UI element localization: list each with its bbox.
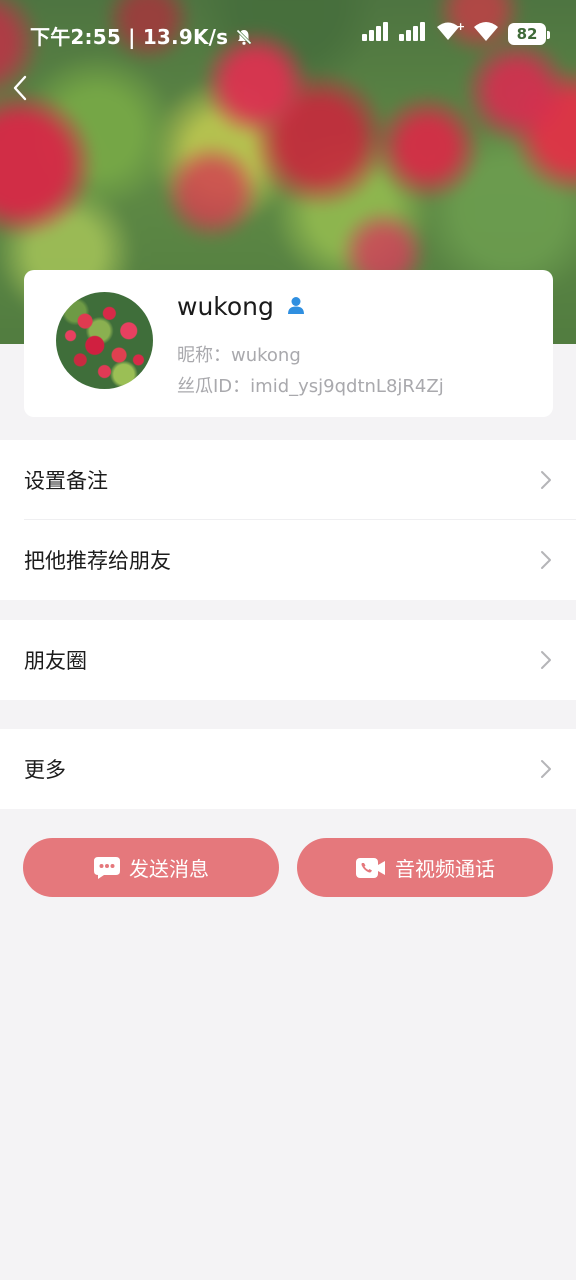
status-separator: |	[128, 25, 136, 49]
menu-item-label: 更多	[24, 758, 66, 782]
status-left: 下午2:55 | 13.9K/s	[30, 21, 253, 51]
nickname: 昵称：wukong	[177, 345, 301, 366]
menu-item-moments[interactable]: 朋友圈	[0, 620, 576, 700]
chevron-right-icon	[541, 651, 551, 669]
signal-icon	[362, 21, 390, 46]
menu-item-recommend-to-friend[interactable]: 把他推荐给朋友	[0, 520, 576, 600]
profile-card: wukong 昵称：wukong 丝瓜ID：imid_ysj9qdtnL8jR4…	[24, 270, 553, 417]
avatar[interactable]	[56, 292, 153, 389]
battery-icon: 82	[508, 22, 550, 45]
menu-item-label: 朋友圈	[24, 649, 87, 673]
contact-profile-page: 下午2:55 | 13.9K/s + 82 wukong 昵称：wukong 丝…	[0, 0, 576, 1280]
send-message-label: 发送消息	[129, 857, 209, 881]
menu-item-label: 设置备注	[24, 469, 108, 493]
sigua-id: 丝瓜ID：imid_ysj9qdtnL8jR4Zj	[177, 376, 444, 397]
chevron-right-icon	[541, 471, 551, 489]
av-call-button[interactable]: 音视频通话	[297, 838, 553, 897]
menu-item-label: 把他推荐给朋友	[24, 549, 171, 573]
menu-item-more[interactable]: 更多	[0, 729, 576, 809]
name-row: wukong	[177, 292, 306, 321]
send-message-button[interactable]: 发送消息	[23, 838, 279, 897]
menu-item-set-remark[interactable]: 设置备注	[0, 440, 576, 520]
video-call-icon	[356, 857, 385, 878]
back-button[interactable]	[6, 70, 34, 106]
menu-group-2: 朋友圈	[0, 620, 576, 700]
status-net-speed: 13.9K/s	[142, 25, 229, 49]
status-bar: 下午2:55 | 13.9K/s + 82	[0, 0, 576, 68]
menu-group-3: 更多	[0, 729, 576, 809]
mute-bell-icon	[235, 27, 253, 51]
chevron-right-icon	[541, 551, 551, 569]
menu-group-1: 设置备注 把他推荐给朋友	[0, 440, 576, 600]
wifi-plus-icon: +	[436, 20, 465, 47]
status-right: + 82	[362, 20, 550, 47]
svg-text:+: +	[456, 20, 464, 33]
av-call-label: 音视频通话	[395, 857, 495, 881]
username: wukong	[177, 292, 274, 321]
chat-bubble-icon	[94, 856, 120, 879]
chevron-left-icon	[13, 75, 27, 101]
person-badge-icon	[286, 295, 306, 319]
chevron-right-icon	[541, 760, 551, 778]
status-time: 下午2:55	[30, 25, 121, 49]
wifi-icon	[473, 20, 499, 47]
signal-icon-2	[399, 21, 427, 46]
